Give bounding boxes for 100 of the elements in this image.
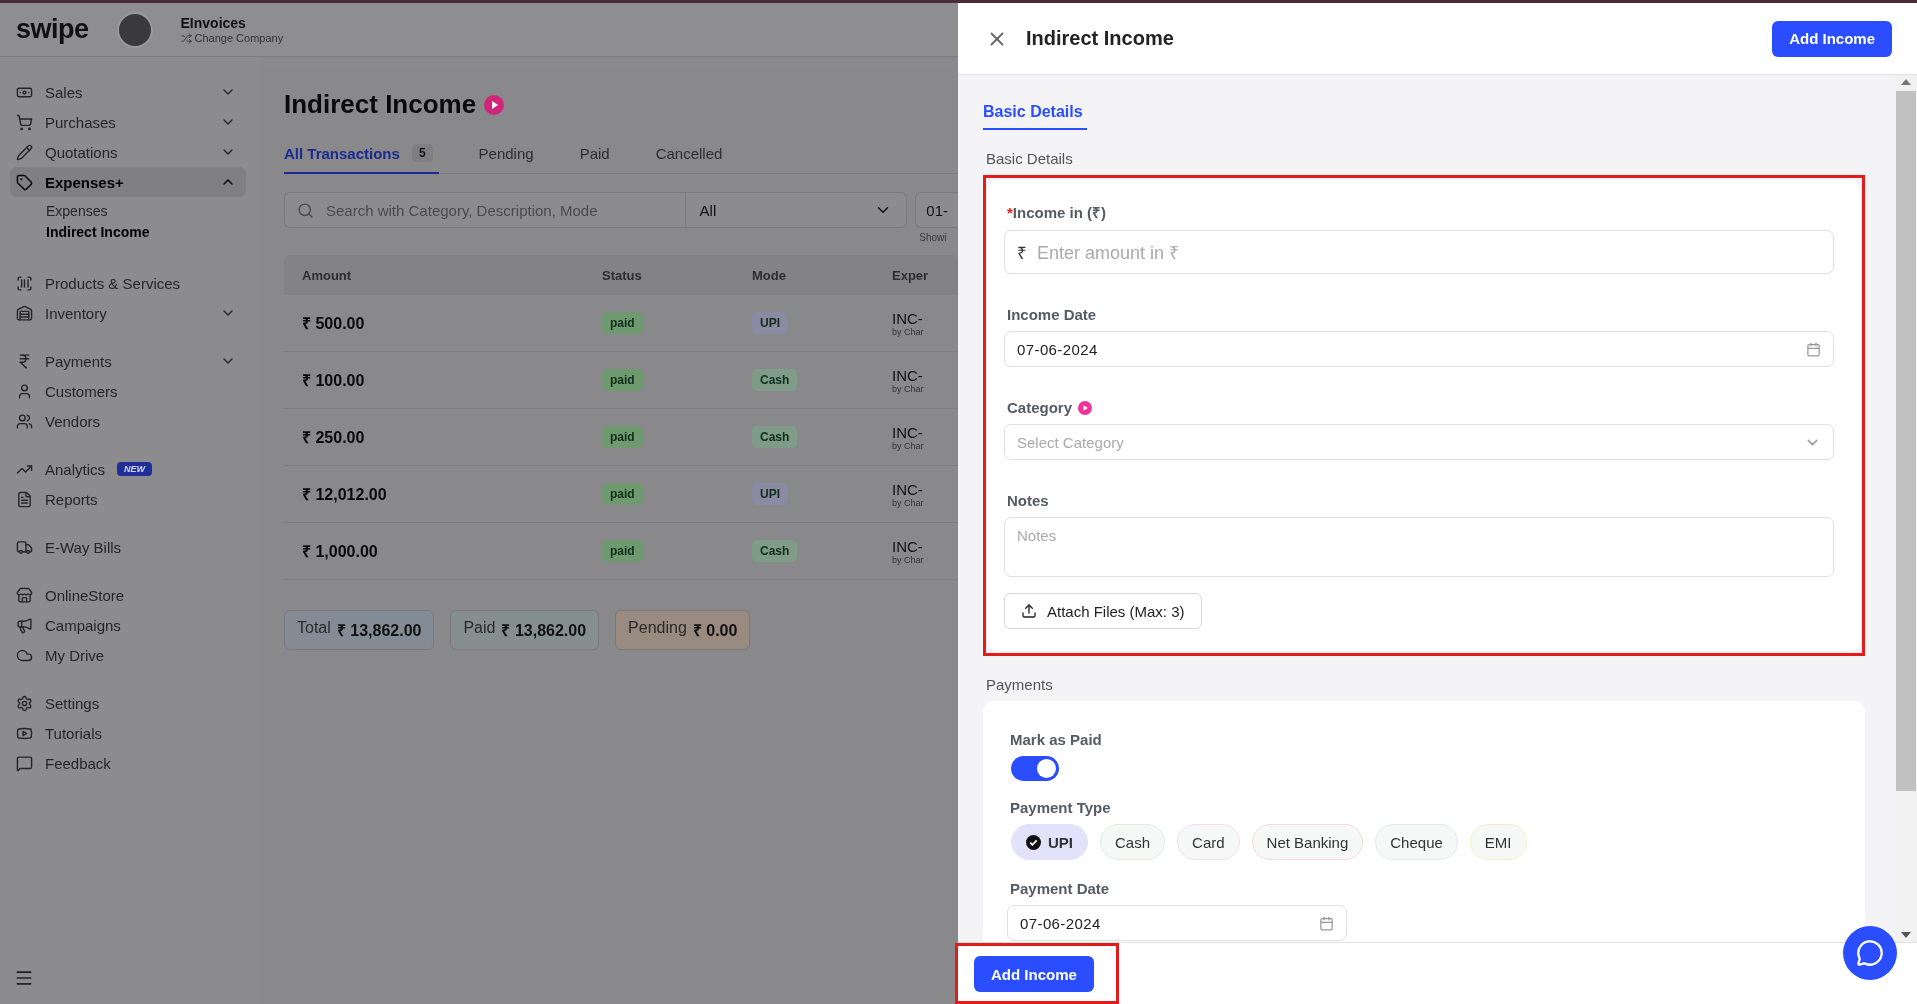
- sidebar-item[interactable]: Vendors: [10, 406, 246, 436]
- tab[interactable]: Pending: [478, 144, 540, 174]
- payment-type-chip[interactable]: Cheque: [1375, 824, 1458, 860]
- payment-type-chip[interactable]: EMI: [1469, 824, 1527, 860]
- toggle-switch[interactable]: [1011, 756, 1059, 781]
- calendar-icon: [1806, 341, 1821, 357]
- status-badge: paid: [602, 426, 643, 448]
- column-header: Amount: [302, 267, 353, 283]
- sidebar-item[interactable]: OnlineStore: [10, 580, 246, 610]
- column-header: Status: [602, 267, 643, 283]
- menu-icon[interactable]: [14, 968, 34, 988]
- sidebar-item[interactable]: Feedback: [10, 748, 246, 778]
- date-note: Showi: [918, 232, 948, 243]
- company-name: EInvoices: [180, 15, 247, 31]
- document-icon: [16, 490, 33, 508]
- tab[interactable]: Cancelled: [655, 144, 729, 174]
- sidebar-subitem[interactable]: Indirect Income: [46, 224, 246, 240]
- barcode-icon: [16, 274, 33, 292]
- play-icon[interactable]: [1078, 400, 1093, 415]
- reference-cell-text: INC-: [892, 366, 924, 384]
- sidebar-item[interactable]: Inventory: [10, 298, 246, 328]
- sidebar-item[interactable]: Campaigns: [10, 610, 246, 640]
- reference-cell-text: INC-: [892, 537, 924, 555]
- truck-icon: [16, 538, 33, 556]
- change-company-link[interactable]: Change Company: [180, 32, 284, 44]
- sidebar-subitem[interactable]: Expenses: [46, 203, 246, 219]
- status-badge: paid: [602, 540, 643, 562]
- sidebar-item[interactable]: Settings: [10, 688, 246, 718]
- mode-badge: Cash: [752, 369, 798, 391]
- sidebar-item[interactable]: Sales: [10, 77, 246, 107]
- sidebar-item[interactable]: My Drive: [10, 640, 246, 670]
- payment-type-chip[interactable]: UPI: [1011, 824, 1088, 860]
- amount-cell-text: ₹ 1,000.00: [302, 542, 379, 562]
- tab[interactable]: Paid: [579, 144, 616, 174]
- add-income-button[interactable]: Add Income: [974, 956, 1094, 992]
- field-label: Payment Date: [1010, 880, 1110, 897]
- field-label: Mark as Paid: [1010, 731, 1102, 748]
- payment-date-field[interactable]: 07-06-2024: [1007, 905, 1347, 941]
- message-icon: [16, 754, 33, 772]
- reference-cell-text: INC-: [892, 309, 924, 327]
- date-range-field[interactable]: 01-: [915, 192, 958, 228]
- sidebar-item[interactable]: E-Way Bills: [10, 532, 246, 562]
- amount-cell-text: ₹ 500.00: [302, 314, 366, 334]
- total-value: ₹ 13,862.00: [336, 621, 422, 641]
- pencil-icon: [16, 143, 33, 161]
- calendar-icon: [1319, 915, 1334, 931]
- attach-files-button[interactable]: Attach Files (Max: 3): [1004, 593, 1202, 629]
- mode-badge: UPI: [752, 483, 788, 505]
- sidebar-item[interactable]: Reports: [10, 484, 246, 514]
- play-icon[interactable]: [484, 94, 505, 115]
- drawer-title: Indirect Income: [1026, 27, 1175, 50]
- search-field[interactable]: Search with Category, Description, Mode: [284, 192, 685, 228]
- field-label: Category: [1007, 399, 1073, 416]
- sidebar-item[interactable]: Purchases: [10, 107, 246, 137]
- search-icon: [297, 201, 314, 219]
- date-field[interactable]: 07-06-2024: [1004, 331, 1834, 367]
- page-title: Indirect Income: [284, 89, 477, 120]
- sidebar-item[interactable]: Customers: [10, 376, 246, 406]
- chat-icon: [1856, 939, 1884, 967]
- column-header: Exper: [892, 267, 930, 283]
- tab[interactable]: All Transactions 5: [284, 144, 439, 174]
- sidebar-item[interactable]: Tutorials: [10, 718, 246, 748]
- column-header: Mode: [752, 267, 787, 283]
- creator-text: by Char: [892, 554, 925, 565]
- tab[interactable]: Basic Details: [983, 103, 1087, 130]
- sidebar-item[interactable]: Quotations: [10, 137, 246, 167]
- scroll-down-icon[interactable]: [1901, 932, 1911, 938]
- scroll-up-icon[interactable]: [1901, 79, 1911, 85]
- store-icon: [16, 586, 33, 604]
- scrollbar-thumb[interactable]: [1896, 91, 1916, 791]
- filter-select[interactable]: All: [684, 192, 908, 228]
- creator-text: by Char: [892, 326, 925, 337]
- sidebar-item[interactable]: Products & Services: [10, 268, 246, 298]
- logo: swipe: [16, 14, 89, 45]
- mode-badge: Cash: [752, 540, 798, 562]
- total-value: ₹ 13,862.00: [501, 621, 587, 641]
- category-select[interactable]: Select Category: [1004, 424, 1834, 460]
- reference-cell-text: INC-: [892, 423, 924, 441]
- field-label: Income Date: [1007, 306, 1097, 323]
- sidebar-item[interactable]: Payments: [10, 346, 246, 376]
- mode-badge: Cash: [752, 426, 798, 448]
- tag-icon: [16, 173, 33, 191]
- creator-text: by Char: [892, 440, 925, 451]
- notes-field[interactable]: Notes: [1004, 517, 1834, 577]
- field-label: Income in (₹): [1012, 203, 1106, 222]
- new-badge: NEW: [117, 462, 153, 476]
- payment-type-chip[interactable]: Card: [1177, 824, 1240, 860]
- total-label: Pending: [628, 619, 687, 638]
- sidebar-item[interactable]: Expenses+: [10, 167, 246, 197]
- status-badge: paid: [602, 312, 643, 334]
- section-title: Payments: [986, 676, 1054, 693]
- status-badge: paid: [602, 369, 643, 391]
- add-income-button[interactable]: Add Income: [1772, 20, 1892, 57]
- payment-type-chip[interactable]: Cash: [1100, 824, 1166, 860]
- megaphone-icon: [16, 616, 33, 634]
- amount-field[interactable]: ₹ Enter amount in ₹: [1004, 230, 1834, 274]
- field-label: Notes: [1007, 492, 1049, 509]
- payment-type-chip[interactable]: Net Banking: [1251, 824, 1364, 860]
- sidebar-item[interactable]: Analytics NEW: [10, 454, 246, 484]
- amount-cell-text: ₹ 100.00: [302, 371, 366, 391]
